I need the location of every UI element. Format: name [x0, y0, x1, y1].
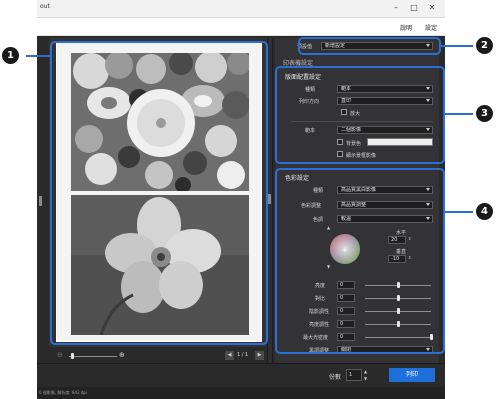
- callout-badge-2: 2: [476, 37, 493, 54]
- callout-line-1: [26, 55, 50, 57]
- callout-badge-3: 3: [476, 105, 493, 122]
- title-bar: out – □ ✕: [37, 0, 445, 18]
- status-text: 0 個影像, 解析度: 842 dpi: [39, 390, 88, 395]
- callout-box-layout: [275, 66, 445, 164]
- callout-box-color: [275, 168, 445, 354]
- bottom-bar: [37, 363, 445, 387]
- maximize-icon[interactable]: □: [407, 2, 421, 14]
- callout-line-3: [445, 113, 473, 115]
- callout-badge-4: 4: [476, 203, 493, 220]
- menu-settings[interactable]: 設定: [425, 23, 437, 32]
- print-label: 列印: [405, 371, 418, 378]
- callout-box-preset: [298, 37, 441, 55]
- copies-input[interactable]: 1: [346, 369, 362, 381]
- callout-badge-1: 1: [2, 47, 19, 64]
- copies-value: 1: [349, 372, 353, 378]
- prev-page-button[interactable]: ◀: [225, 351, 234, 360]
- zoom-slider-track[interactable]: [69, 356, 117, 357]
- close-icon[interactable]: ✕: [425, 2, 439, 14]
- callout-box-preview: [50, 41, 268, 345]
- screenshot-root: out – □ ✕ 說明 設定 ⊖ ⊕ ◀ 1 / 1 ▶ 預設值 新增設定 印…: [0, 0, 500, 399]
- copies-label: 份數: [329, 374, 342, 381]
- next-page-button[interactable]: ▶: [255, 351, 264, 360]
- page-counter: 1 / 1: [237, 352, 249, 358]
- splitter-grip[interactable]: [268, 194, 271, 204]
- left-edge-grip[interactable]: [39, 196, 42, 206]
- zoom-in-icon[interactable]: ⊕: [119, 351, 125, 359]
- menu-bar: 說明 設定: [37, 18, 445, 36]
- zoom-slider-handle[interactable]: [71, 353, 74, 359]
- minimize-icon[interactable]: –: [389, 2, 403, 14]
- window-title: out: [40, 3, 50, 10]
- zoom-bar: ⊖ ⊕ ◀ 1 / 1 ▶: [49, 349, 267, 363]
- spin-up-icon[interactable]: ▲: [364, 369, 367, 374]
- spin-down-icon[interactable]: ▼: [364, 376, 367, 381]
- callout-line-4: [445, 211, 473, 213]
- callout-line-2: [441, 45, 473, 47]
- menu-help[interactable]: 說明: [400, 23, 412, 32]
- print-button[interactable]: 列印: [389, 368, 435, 382]
- zoom-out-icon[interactable]: ⊖: [57, 351, 63, 359]
- status-bar: 0 個影像, 解析度: 842 dpi: [37, 387, 445, 399]
